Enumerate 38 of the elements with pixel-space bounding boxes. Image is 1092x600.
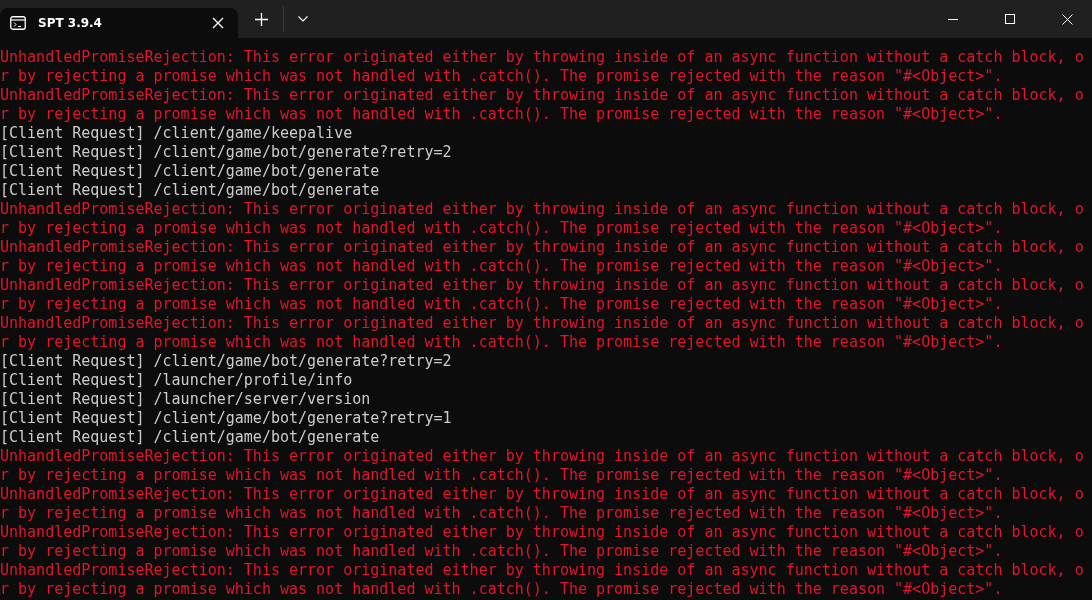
log-line: [Client Request] /client/game/bot/generate?retry=1: [0, 409, 452, 428]
log-line: [Client Request] /launcher/profile/info: [0, 371, 353, 390]
error-line: UnhandledPromiseRejection: This error originated either by throwing inside of an async function without a catch block, o: [0, 48, 1084, 67]
error-line: r by rejecting a promise which was not handled with .catch(). The promise rejected with the reason "#<Object>".: [0, 257, 1003, 276]
error-line: UnhandledPromiseRejection: This error originated either by throwing inside of an async function without a catch block, o: [0, 561, 1084, 580]
error-line: UnhandledPromiseRejection: This error originated either by throwing inside of an async function without a catch block, o: [0, 314, 1084, 333]
minimize-icon[interactable]: [948, 18, 958, 20]
error-line: r by rejecting a promise which was not handled with .catch(). The promise rejected with the reason "#<Object>".: [0, 219, 1003, 238]
log-line: [Client Request] /client/game/bot/generate: [0, 428, 380, 447]
close-icon[interactable]: [1062, 13, 1073, 25]
log-line: [Client Request] /client/game/bot/generate?retry=2: [0, 352, 452, 371]
error-line: UnhandledPromiseRejection: This error originated either by throwing inside of an async function without a catch block, o: [0, 200, 1084, 219]
error-line: r by rejecting a promise which was not handled with .catch(). The promise rejected with the reason "#<Object>".: [0, 67, 1003, 86]
tab-title: SPT 3.9.4: [38, 16, 103, 30]
close-tab-icon[interactable]: [212, 17, 224, 29]
error-line: r by rejecting a promise which was not handled with .catch(). The promise rejected with the reason "#<Object>".: [0, 295, 1003, 314]
error-line: UnhandledPromiseRejection: This error originated either by throwing inside of an async function without a catch block, o: [0, 238, 1084, 257]
log-line: [Client Request] /client/game/bot/generate: [0, 162, 380, 181]
chevron-down-icon[interactable]: [298, 16, 308, 22]
log-line: [Client Request] /client/game/bot/generate?retry=2: [0, 143, 452, 162]
error-line: r by rejecting a promise which was not handled with .catch(). The promise rejected with the reason "#<Object>".: [0, 542, 1003, 561]
error-line: UnhandledPromiseRejection: This error originated either by throwing inside of an async function without a catch block, o: [0, 485, 1084, 504]
error-line: UnhandledPromiseRejection: This error originated either by throwing inside of an async function without a catch block, o: [0, 86, 1084, 105]
error-line: r by rejecting a promise which was not handled with .catch(). The promise rejected with the reason "#<Object>".: [0, 105, 1003, 124]
maximize-icon[interactable]: [1005, 14, 1015, 24]
error-line: r by rejecting a promise which was not handled with .catch(). The promise rejected with the reason "#<Object>".: [0, 333, 1003, 352]
error-line: UnhandledPromiseRejection: This error originated either by throwing inside of an async function without a catch block, o: [0, 523, 1084, 542]
error-line: r by rejecting a promise which was not handled with .catch(). The promise rejected with the reason "#<Object>".: [0, 504, 1003, 523]
log-line: [Client Request] /client/game/keepalive: [0, 124, 353, 143]
terminal-tab[interactable]: SPT 3.9.4: [0, 8, 238, 38]
new-tab-icon[interactable]: [255, 12, 268, 26]
log-line: [Client Request] /launcher/server/version: [0, 390, 371, 409]
log-line: [Client Request] /client/game/bot/generate: [0, 181, 380, 200]
error-line: r by rejecting a promise which was not handled with .catch(). The promise rejected with the reason "#<Object>".: [0, 466, 1003, 485]
error-line: r by rejecting a promise which was not handled with .catch(). The promise rejected with the reason "#<Object>".: [0, 580, 1003, 599]
error-line: UnhandledPromiseRejection: This error originated either by throwing inside of an async function without a catch block, o: [0, 447, 1084, 466]
error-line: UnhandledPromiseRejection: This error originated either by throwing inside of an async function without a catch block, o: [0, 276, 1084, 295]
terminal-icon: [10, 16, 26, 30]
